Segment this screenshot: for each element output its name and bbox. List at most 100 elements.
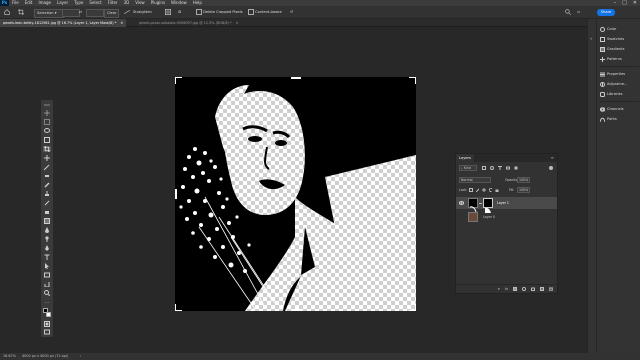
new-layer-icon[interactable] (540, 287, 544, 291)
history-brush-tool-icon[interactable] (43, 200, 51, 206)
zoom-tool-icon[interactable] (43, 290, 51, 296)
path-selection-tool-icon[interactable] (43, 263, 51, 269)
opacity-field[interactable]: 100% (517, 177, 530, 183)
grid-overlay-icon[interactable] (165, 9, 171, 16)
straighten-icon[interactable] (123, 9, 131, 16)
dodge-tool-icon[interactable] (43, 236, 51, 242)
pen-tool-icon[interactable] (43, 245, 51, 251)
layer-mask-thumbnail[interactable] (483, 198, 493, 213)
workspace-icon[interactable]: ▭ (577, 9, 580, 16)
visibility-eye-icon[interactable] (459, 201, 464, 205)
dock-gradients[interactable]: Gradients (600, 45, 625, 53)
swap-icon[interactable]: ⇄ (79, 9, 82, 16)
expand-panels-icon[interactable]: « (590, 25, 592, 44)
close-icon[interactable]: ✕ (120, 21, 123, 25)
home-icon[interactable] (4, 9, 10, 16)
layer-row-layer-0[interactable]: Layer 0 (456, 211, 557, 223)
lock-position-icon[interactable] (482, 188, 486, 192)
hand-tool-icon[interactable] (43, 281, 51, 287)
crop-handle-bottom-left[interactable] (175, 304, 182, 311)
brush-tool-icon[interactable] (43, 182, 51, 188)
link-layers-icon[interactable]: ⚭ (497, 287, 500, 291)
share-button[interactable]: Share (597, 9, 615, 16)
rectangle-tool-icon[interactable] (43, 272, 51, 278)
layers-panel-header[interactable]: Layers ≡ (456, 154, 557, 162)
lock-all-icon[interactable] (495, 188, 499, 192)
document-canvas[interactable] (175, 77, 416, 311)
clear-button[interactable]: Clear (104, 9, 120, 18)
status-menu-icon[interactable]: › (80, 353, 81, 360)
object-selection-tool-icon[interactable] (43, 137, 51, 143)
blend-mode-select[interactable]: Normal (459, 177, 491, 183)
frame-tool-icon[interactable] (43, 155, 51, 161)
crop-handle-top-right[interactable] (409, 77, 416, 84)
dock-color[interactable]: Color (600, 25, 616, 33)
gradient-tool-icon[interactable] (43, 218, 51, 224)
more-tools-icon[interactable]: ··· (43, 299, 51, 305)
width-field[interactable] (62, 9, 80, 17)
close-icon[interactable]: ✕ (236, 21, 239, 25)
filter-adjustment-icon[interactable] (490, 166, 494, 170)
quick-mask-icon[interactable] (43, 321, 51, 327)
filter-pixel-icon[interactable] (482, 166, 486, 170)
settings-gear-icon[interactable]: ⚙ (178, 9, 181, 16)
type-tool-icon[interactable] (43, 254, 51, 260)
lasso-tool-icon[interactable] (43, 128, 51, 134)
reset-icon[interactable]: ↺ (290, 9, 293, 16)
content-aware-checkbox[interactable]: Content-Aware (248, 9, 282, 16)
layer-filter-select[interactable]: ⌕ Kind (459, 165, 477, 171)
crop-handle-left[interactable] (175, 189, 177, 199)
crop-handle-bottom-right[interactable] (409, 304, 416, 311)
dock-paths[interactable]: Paths (600, 115, 617, 123)
move-tool-icon[interactable] (43, 110, 51, 116)
filter-type-icon[interactable] (498, 166, 502, 170)
eraser-tool-icon[interactable] (43, 209, 51, 215)
dock-swatches[interactable]: Swatches (600, 35, 624, 43)
search-icon[interactable] (565, 9, 571, 16)
document-info[interactable]: 4000 px x 4000 px (72 ppi) (22, 353, 68, 360)
crop-tool-icon[interactable] (43, 146, 51, 152)
lock-artboard-icon[interactable] (488, 188, 493, 192)
eyedropper-tool-icon[interactable] (43, 164, 51, 170)
blur-tool-icon[interactable] (43, 227, 51, 233)
delete-cropped-checkbox[interactable]: Delete Cropped Pixels (196, 9, 243, 16)
crop-handle-top[interactable] (291, 77, 301, 79)
screen-mode-icon[interactable] (43, 329, 51, 335)
filter-shape-icon[interactable] (506, 166, 510, 170)
height-field[interactable] (86, 9, 104, 17)
dock-channels[interactable]: Channels (600, 105, 624, 113)
ratio-select[interactable]: Selection ▾ (34, 9, 64, 18)
tab-document-1[interactable]: pexels-lean-kelley-1812981.jpg @ 16.7% (… (0, 19, 127, 27)
stamp-tool-icon[interactable] (43, 191, 51, 197)
layers-tab[interactable]: Layers (456, 154, 474, 162)
layer-style-icon[interactable]: fx (505, 287, 508, 291)
dock-adjustments[interactable]: Adjustme... (600, 80, 627, 88)
crop-tool-icon[interactable] (18, 9, 24, 16)
marquee-tool-icon[interactable] (43, 119, 51, 125)
dock-properties[interactable]: Properties (600, 70, 625, 78)
dock-libraries[interactable]: Libraries (600, 90, 623, 98)
new-group-icon[interactable] (531, 287, 535, 291)
tab-document-2[interactable]: pexels-pixas-sebastio-9506097.jpg @ 12.5… (136, 19, 242, 27)
fill-field[interactable]: 100% (517, 187, 530, 193)
zoom-level[interactable]: 16.67% (3, 353, 16, 360)
layer-row-layer-1[interactable]: Layer 1 (456, 197, 557, 213)
panel-menu-icon[interactable]: ≡ (551, 155, 554, 160)
dock-patterns[interactable]: Patterns (600, 55, 622, 63)
mask-link-icon[interactable] (479, 202, 482, 205)
background-color-swatch[interactable] (46, 312, 51, 317)
filter-toggle[interactable] (549, 166, 553, 170)
filter-smart-object-icon[interactable] (514, 166, 518, 170)
add-mask-icon[interactable] (513, 287, 517, 291)
lock-pixels-icon[interactable] (475, 188, 480, 192)
crop-handle-top-left[interactable] (175, 77, 182, 84)
healing-brush-tool-icon[interactable] (43, 173, 51, 179)
channels-icon (600, 106, 605, 112)
adjustment-layer-icon[interactable] (522, 287, 526, 291)
crop-handle-right[interactable] (414, 189, 416, 199)
crop-handle-bottom[interactable] (291, 309, 301, 311)
lock-transparent-icon[interactable] (469, 188, 473, 192)
trash-icon[interactable] (549, 287, 553, 291)
toolbar-collapse-icon[interactable] (43, 102, 51, 108)
color-swatches[interactable] (43, 308, 51, 318)
